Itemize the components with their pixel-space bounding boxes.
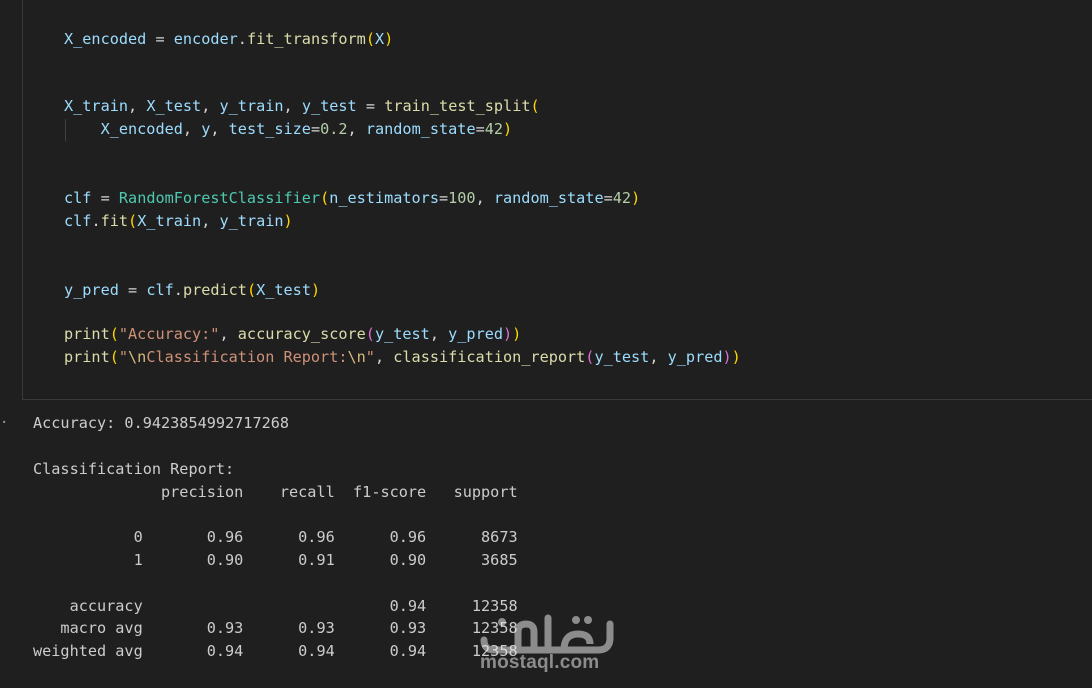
code-line-predict[interactable]: y_pred = clf.predict(X_test)	[64, 280, 320, 300]
code-line-split-2[interactable]: X_encoded, y, test_size=0.2, random_stat…	[64, 119, 513, 139]
output-accuracy: Accuracy: 0.9423854992717268	[33, 414, 290, 432]
output-report-row: macro avg 0.93 0.93 0.93 12358	[33, 619, 518, 637]
code-line-split-1[interactable]: X_train, X_test, y_train, y_test = train…	[64, 96, 540, 116]
code-line-fit[interactable]: clf.fit(X_train, y_train)	[64, 211, 293, 231]
output-report-header: precision recall f1-score support	[33, 483, 518, 501]
code-line-encode[interactable]: X_encoded = encoder.fit_transform(X)	[64, 29, 393, 49]
output-report-row: 1 0.90 0.91 0.90 3685	[33, 551, 518, 569]
code-line-print-report[interactable]: print("\nClassification Report:\n", clas…	[64, 347, 741, 367]
output-report-row: accuracy 0.94 12358	[33, 597, 518, 615]
output-report-row: weighted avg 0.94 0.94 0.94 12358	[33, 642, 518, 660]
code-line-clf[interactable]: clf = RandomForestClassifier(n_estimator…	[64, 188, 640, 208]
code-line-print-accuracy[interactable]: print("Accuracy:", accuracy_score(y_test…	[64, 324, 521, 344]
output-report-title: Classification Report:	[33, 460, 235, 478]
output-marker: ·	[0, 415, 9, 431]
output-report-row: 0 0.96 0.96 0.96 8673	[33, 528, 518, 546]
